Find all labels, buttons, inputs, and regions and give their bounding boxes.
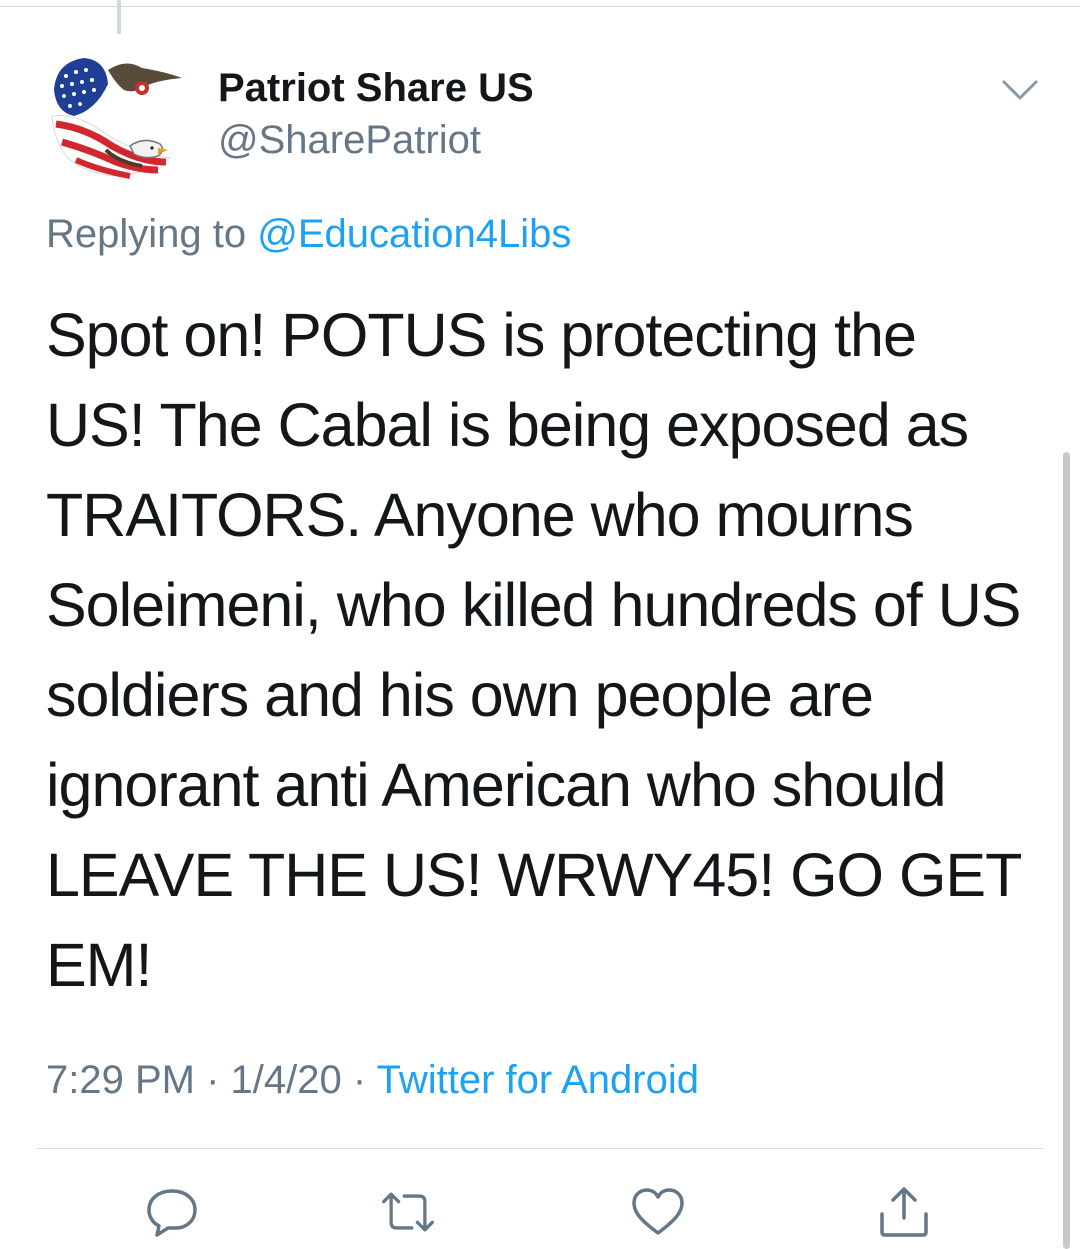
heart-icon: [632, 1188, 684, 1235]
author-display-name[interactable]: Patriot Share US: [218, 66, 534, 111]
scrollbar-thumb[interactable]: [1063, 452, 1070, 1249]
meta-separator: ·: [206, 1058, 220, 1102]
author-handle[interactable]: @SharePatriot: [218, 118, 481, 163]
tweet-source-link[interactable]: Twitter for Android: [377, 1058, 699, 1102]
tweet-meta: 7:29 PM · 1/4/20 · Twitter for Android: [46, 1058, 699, 1103]
thread-connector-line: [117, 0, 121, 34]
replying-to-line: Replying to @Education4Libs: [46, 212, 571, 257]
tweet-date: 1/4/20: [230, 1058, 342, 1102]
share-icon: [880, 1187, 928, 1237]
meta-separator: ·: [352, 1058, 367, 1102]
replying-to-label: Replying to: [46, 212, 247, 256]
tweet-time: 7:29 PM: [46, 1058, 195, 1102]
actions-divider: [36, 1148, 1044, 1149]
share-button[interactable]: [874, 1184, 934, 1240]
like-button[interactable]: [628, 1184, 688, 1240]
tweet-body-text: Spot on! POTUS is protecting the US! The…: [46, 301, 1022, 999]
replying-to-mention-link[interactable]: @Education4Libs: [257, 212, 571, 256]
chevron-down-icon[interactable]: [998, 72, 1042, 108]
retweet-button[interactable]: [378, 1184, 438, 1240]
reply-icon: [147, 1189, 197, 1237]
eagle-flag-avatar[interactable]: [46, 50, 188, 192]
retweet-icon: [381, 1192, 435, 1232]
tweet-detail-screen: Patriot Share US @SharePatriot Replying …: [0, 0, 1080, 1249]
reply-button[interactable]: [142, 1184, 202, 1240]
top-divider: [0, 6, 1080, 7]
